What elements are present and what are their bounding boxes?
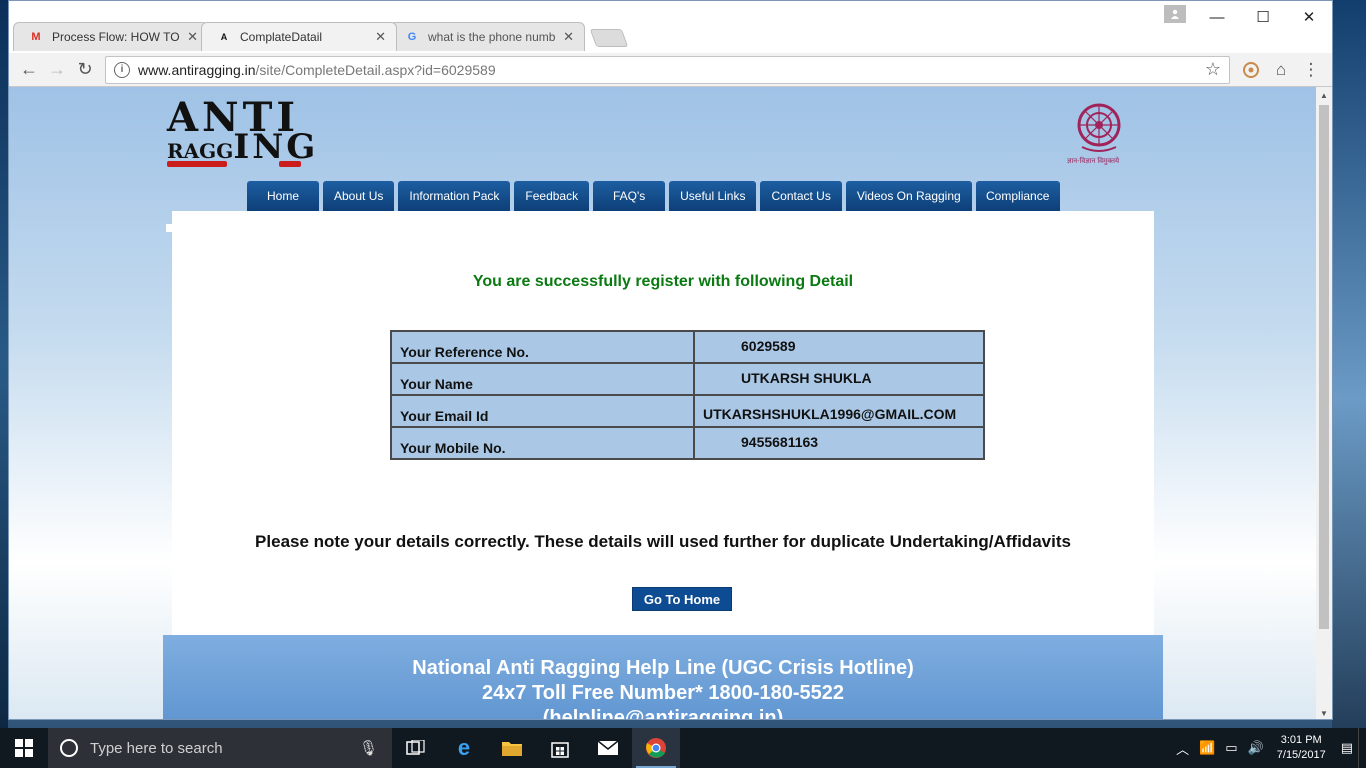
profile-icon[interactable]: [1164, 5, 1186, 23]
helpline-title: National Anti Ragging Help Line (UGC Cri…: [412, 657, 914, 679]
menu-kebab-icon[interactable]: ⋮: [1296, 56, 1326, 84]
google-icon: G: [407, 31, 417, 43]
tab-title: ComplateDatail: [240, 30, 323, 44]
info-icon[interactable]: i: [114, 61, 130, 78]
tab-complatedatail[interactable]: A ComplateDatail ✕: [201, 22, 397, 51]
anti-ragging-logo[interactable]: ANTI RAGGING: [167, 98, 315, 173]
address-bar[interactable]: i www.antiragging.in/site/CompleteDetail…: [105, 55, 1230, 84]
details-table: Your Reference No. 6029589 Your Name UTK…: [390, 330, 985, 460]
browser-toolbar: ← → ↻ i www.antiragging.in/site/Complete…: [9, 53, 1332, 87]
helpline-number: 24x7 Toll Free Number* 1800-180-5522: [481, 682, 845, 704]
ugc-motto: ज्ञान-विज्ञान विमुक्तये: [1067, 158, 1120, 165]
content-panel: You are successfully register with follo…: [166, 211, 1154, 641]
mail-icon[interactable]: [584, 728, 632, 768]
url-text[interactable]: www.antiragging.in/site/CompleteDetail.a…: [138, 62, 1205, 78]
back-arrow-icon[interactable]: ←: [15, 56, 43, 84]
page-scrollbar[interactable]: ▲ ▼: [1316, 87, 1332, 719]
nav-compliance[interactable]: Compliance: [975, 181, 1060, 211]
close-tab-icon[interactable]: ✕: [563, 29, 574, 45]
table-row: Your Name UTKARSH SHUKLA: [390, 362, 985, 396]
bookmark-star-icon[interactable]: ☆: [1205, 59, 1221, 80]
file-explorer-icon[interactable]: [488, 728, 536, 768]
nav-about-us[interactable]: About Us: [323, 181, 395, 211]
taskbar-search[interactable]: Type here to search 🎙: [48, 728, 392, 768]
browser-window: M Process Flow: HOW TO F ✕ A ComplateDat…: [8, 0, 1333, 720]
tab-google-search[interactable]: G what is the phone numb ✕: [389, 22, 585, 51]
show-desktop-button[interactable]: [1358, 728, 1366, 768]
tab-gmail[interactable]: M Process Flow: HOW TO F ✕: [13, 22, 209, 51]
new-tab-button[interactable]: [589, 29, 629, 47]
helpline-banner: National Anti Ragging Help Line (UGC Cri…: [163, 635, 1163, 719]
extension-icon[interactable]: [1236, 56, 1266, 84]
nav-videos-on-ragging[interactable]: Videos On Ragging: [845, 181, 972, 211]
window-controls: — ☐ ✕: [1194, 1, 1332, 33]
chrome-icon[interactable]: [632, 728, 680, 768]
detail-label: Your Email Id: [390, 394, 695, 428]
page-viewport: ANTI RAGGING ज्ञान-विज्ञान विमुक्तये Hom…: [9, 87, 1318, 719]
close-tab-icon[interactable]: ✕: [375, 29, 386, 45]
desktop-edge-left: [0, 0, 8, 728]
volume-icon[interactable]: 🔊: [1248, 740, 1264, 756]
reload-icon[interactable]: ↻: [71, 56, 99, 84]
logo-red-bar: [279, 161, 301, 167]
nav-faqs[interactable]: FAQ's: [593, 181, 666, 211]
nav-useful-links[interactable]: Useful Links: [669, 181, 757, 211]
main-nav: Home About Us Information Pack Feedback …: [247, 181, 1060, 211]
detail-value: 6029589: [693, 330, 985, 364]
microphone-icon[interactable]: 🎙: [359, 739, 378, 757]
task-view-icon[interactable]: [392, 728, 440, 768]
detail-value: UTKARSH SHUKLA: [693, 362, 985, 396]
close-window-icon[interactable]: ✕: [1286, 1, 1332, 33]
go-to-home-button[interactable]: Go To Home: [632, 587, 732, 611]
store-icon[interactable]: [536, 728, 584, 768]
table-row: Your Mobile No. 9455681163: [390, 426, 985, 460]
chevron-up-icon[interactable]: ︿: [1176, 739, 1189, 758]
nav-home[interactable]: Home: [247, 181, 319, 211]
note-text: Please note your details correctly. Thes…: [255, 532, 1071, 551]
title-bar: M Process Flow: HOW TO F ✕ A ComplateDat…: [9, 1, 1332, 53]
search-placeholder: Type here to search: [90, 739, 223, 757]
detail-value: 9455681163: [693, 426, 985, 460]
battery-icon[interactable]: ▭: [1225, 740, 1237, 756]
clock[interactable]: 3:01 PM 7/15/2017: [1277, 733, 1326, 763]
windows-start-icon[interactable]: [0, 728, 48, 768]
nav-contact-us[interactable]: Contact Us: [760, 181, 842, 211]
scroll-thumb[interactable]: [1319, 105, 1329, 629]
tab-title: what is the phone numb: [428, 30, 556, 44]
gmail-icon: M: [31, 31, 41, 43]
forward-arrow-icon[interactable]: →: [43, 56, 71, 84]
scroll-down-icon[interactable]: ▼: [1316, 705, 1332, 719]
network-icon[interactable]: 📶: [1199, 740, 1215, 756]
detail-label: Your Name: [390, 362, 695, 396]
tab-strip: M Process Flow: HOW TO F ✕ A ComplateDat…: [13, 21, 629, 51]
nav-information-pack[interactable]: Information Pack: [398, 181, 511, 211]
antiragging-favicon: A: [220, 32, 228, 42]
tab-title: Process Flow: HOW TO F: [52, 30, 182, 44]
home-icon[interactable]: ⌂: [1266, 56, 1296, 84]
nav-feedback[interactable]: Feedback: [514, 181, 590, 211]
table-row: Your Reference No. 6029589: [390, 330, 985, 364]
detail-value: UTKARSHSHUKLA1996@GMAIL.COM: [693, 394, 985, 428]
detail-label: Your Reference No.: [390, 330, 695, 364]
system-tray: ︿ 📶 ▭ 🔊 3:01 PM 7/15/2017 ▤: [1171, 728, 1366, 768]
logo-red-bar: [167, 161, 227, 167]
success-message: You are successfully register with follo…: [472, 273, 854, 290]
close-tab-icon[interactable]: ✕: [187, 29, 198, 45]
taskbar: Type here to search 🎙 e ︿ 📶 ▭ 🔊 3:01 PM …: [0, 728, 1366, 768]
edge-icon[interactable]: e: [440, 728, 488, 768]
cortana-icon: [60, 739, 78, 757]
desktop-edge-right: [1332, 0, 1366, 728]
maximize-icon[interactable]: ☐: [1240, 1, 1286, 33]
helpline-email[interactable]: (helpline@antiragging.in): [163, 706, 1163, 719]
scroll-up-icon[interactable]: ▲: [1316, 87, 1332, 103]
minimize-icon[interactable]: —: [1194, 1, 1240, 33]
notifications-icon[interactable]: ▤: [1341, 740, 1353, 756]
detail-label: Your Mobile No.: [390, 426, 695, 460]
table-row: Your Email Id UTKARSHSHUKLA1996@GMAIL.CO…: [390, 394, 985, 428]
